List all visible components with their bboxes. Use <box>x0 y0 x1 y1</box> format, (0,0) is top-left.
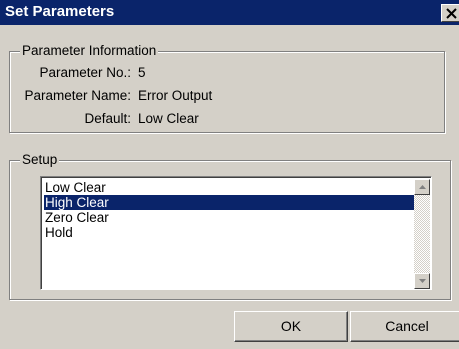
title-bar[interactable]: Set Parameters <box>0 0 459 25</box>
scroll-up-button[interactable] <box>414 179 430 195</box>
vertical-scrollbar[interactable] <box>414 179 430 289</box>
parameter-name-row: Parameter Name: Error Output <box>0 88 459 104</box>
parameter-name-label: Parameter Name: <box>24 88 131 103</box>
close-button[interactable] <box>441 4 459 22</box>
setup-legend: Setup <box>20 152 60 168</box>
scroll-down-arrow-icon <box>419 279 426 283</box>
close-icon <box>446 8 457 19</box>
set-parameters-dialog: Set Parameters Parameter Information Par… <box>0 0 459 349</box>
scroll-up-arrow-icon <box>419 185 426 189</box>
setup-listbox[interactable]: Low Clear High Clear Zero Clear Hold <box>40 176 432 290</box>
parameter-information-legend: Parameter Information <box>20 43 159 59</box>
parameter-no-row: Parameter No.: 5 <box>0 65 459 81</box>
cancel-button[interactable]: Cancel <box>350 311 459 342</box>
parameter-name-value: Error Output <box>138 88 213 103</box>
default-value: Low Clear <box>138 111 199 126</box>
window-title: Set Parameters <box>5 3 115 20</box>
scroll-down-button[interactable] <box>414 273 430 289</box>
default-label: Default: <box>84 111 131 126</box>
ok-button[interactable]: OK <box>234 311 348 342</box>
parameter-no-value: 5 <box>138 65 146 80</box>
list-item-high-clear[interactable]: High Clear <box>44 195 415 210</box>
default-row: Default: Low Clear <box>0 111 459 127</box>
list-item-hold[interactable]: Hold <box>44 225 415 240</box>
list-item-zero-clear[interactable]: Zero Clear <box>44 210 415 225</box>
parameter-no-label: Parameter No.: <box>39 65 131 80</box>
list-item-low-clear[interactable]: Low Clear <box>44 180 415 195</box>
